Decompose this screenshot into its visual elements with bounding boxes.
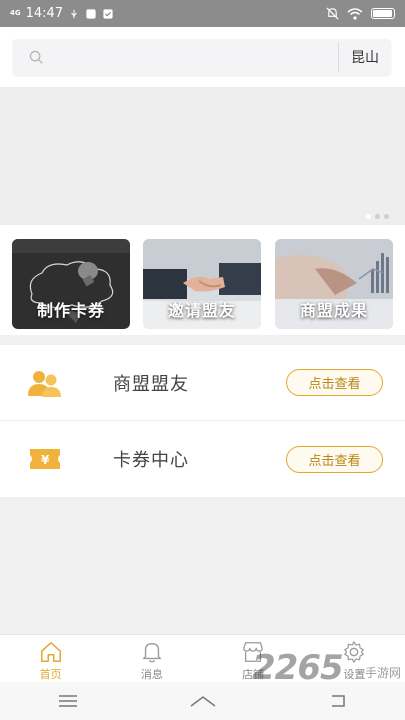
- tab-messages[interactable]: 消息: [101, 635, 202, 682]
- watermark: 2265 手游网: [252, 648, 405, 688]
- yuan-ticket-icon: ¥: [30, 449, 60, 469]
- tab-label: 消息: [140, 668, 163, 681]
- wifi-icon: [347, 7, 363, 20]
- tab-home[interactable]: 首页: [0, 635, 101, 682]
- nav-menu-button[interactable]: [48, 688, 88, 714]
- watermark-sub: 手游网: [364, 666, 401, 680]
- card-invite-ally[interactable]: 邀请盟友: [143, 239, 261, 329]
- menu-list: 商盟盟友 点击查看 ¥ 卡券中心 点击查看: [0, 345, 405, 497]
- nav-home-button[interactable]: [183, 688, 223, 714]
- carousel-dot[interactable]: [384, 214, 389, 219]
- feature-cards: 制作卡券 邀请盟友 商盟成果: [0, 225, 405, 335]
- status-time: 14:47: [25, 6, 64, 21]
- users-icon: [28, 370, 61, 397]
- svg-text:¥: ¥: [41, 453, 50, 467]
- city-selector[interactable]: 昆山: [339, 47, 391, 67]
- list-item-coupon-center[interactable]: ¥ 卡券中心 点击查看: [0, 421, 405, 497]
- battery-icon: [371, 8, 395, 19]
- carousel-dots: [366, 214, 389, 219]
- card-label: 邀请盟友: [167, 301, 236, 320]
- app-notification-icon: [86, 8, 96, 19]
- view-allies-button[interactable]: 点击查看: [286, 369, 383, 396]
- carousel-dot[interactable]: [366, 214, 371, 219]
- search-input[interactable]: [59, 39, 338, 75]
- nav-back-button[interactable]: [318, 688, 358, 714]
- menu-icon: [58, 695, 77, 707]
- search-icon: [13, 50, 59, 65]
- bell-icon: [142, 643, 161, 663]
- usb-icon: [71, 9, 77, 18]
- header: 昆山: [0, 27, 405, 87]
- status-bar: 4G 14:47: [0, 0, 405, 27]
- search-bar[interactable]: 昆山: [13, 39, 391, 75]
- network-indicator: 4G: [10, 9, 21, 17]
- tab-label: 首页: [39, 668, 62, 681]
- card-make-coupon[interactable]: 制作卡券: [12, 239, 130, 329]
- list-item-label: 卡券中心: [113, 450, 189, 471]
- nav-home-icon: [190, 696, 215, 707]
- back-icon: [331, 695, 345, 707]
- card-alliance-results[interactable]: 商盟成果: [275, 239, 393, 329]
- banner-carousel[interactable]: [0, 87, 405, 225]
- check-notification-icon: [103, 8, 113, 19]
- view-coupons-button[interactable]: 点击查看: [286, 445, 383, 473]
- mute-icon: [326, 7, 339, 20]
- card-label: 商盟成果: [299, 301, 368, 320]
- home-icon: [40, 642, 61, 662]
- list-item-label: 商盟盟友: [113, 373, 189, 395]
- watermark-text: 2265: [252, 648, 344, 688]
- carousel-dot[interactable]: [375, 214, 380, 219]
- list-item-alliance-allies[interactable]: 商盟盟友 点击查看: [0, 345, 405, 421]
- card-label: 制作卡券: [36, 301, 105, 320]
